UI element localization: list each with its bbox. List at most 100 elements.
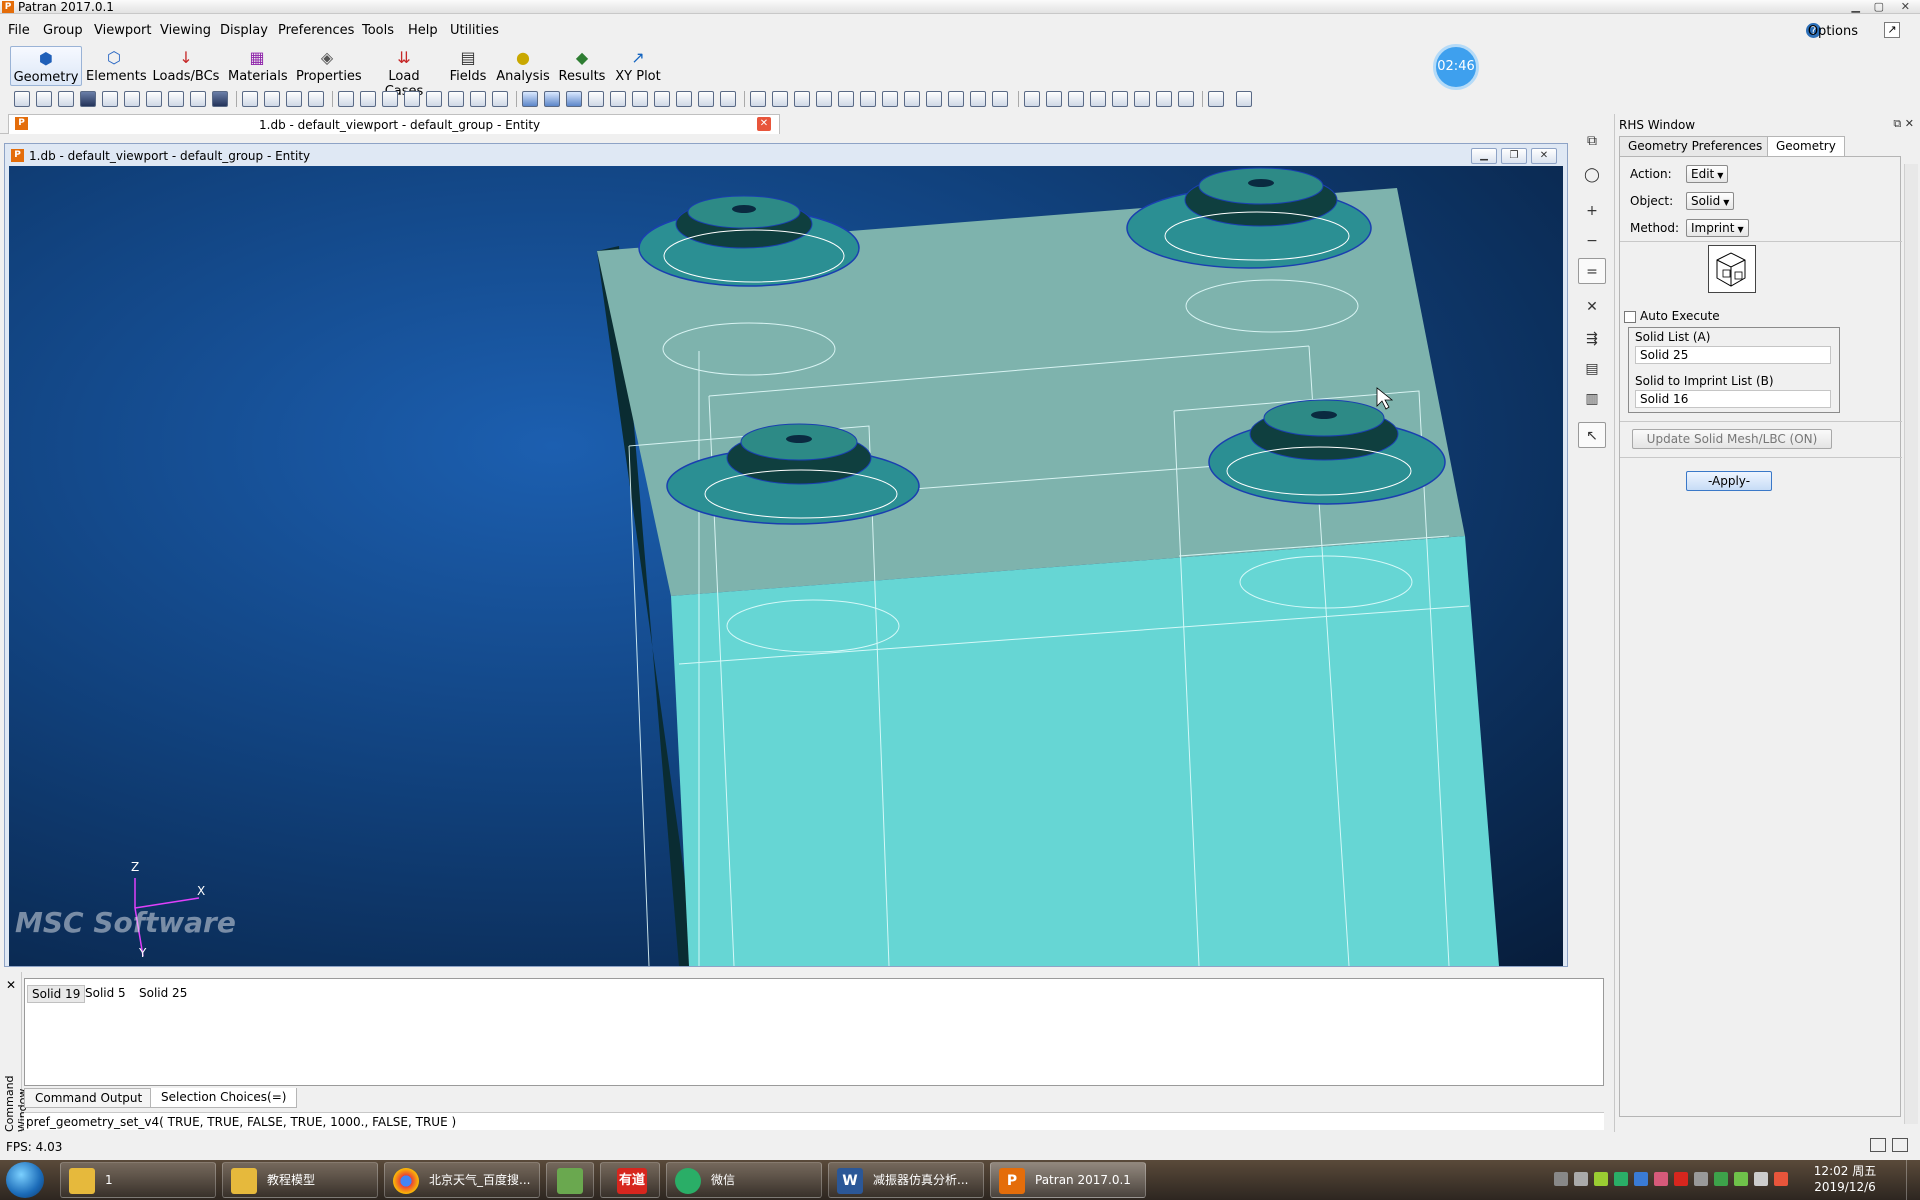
volume-icon[interactable] xyxy=(1774,1172,1788,1186)
start-button[interactable] xyxy=(6,1162,44,1198)
element-display-icon[interactable] xyxy=(1090,91,1106,107)
remove-select-icon[interactable]: − xyxy=(1578,228,1606,254)
solid-list-input[interactable]: Solid 25 xyxy=(1635,346,1831,364)
app-fields-button[interactable]: ▤ Fields xyxy=(448,46,488,86)
menu-help[interactable]: Help xyxy=(408,23,438,38)
pen-icon[interactable] xyxy=(1574,1172,1588,1186)
auto-execute-checkbox[interactable] xyxy=(1624,311,1636,323)
top-view-icon[interactable] xyxy=(632,91,648,107)
view-9-icon[interactable] xyxy=(926,91,942,107)
view-2-icon[interactable] xyxy=(772,91,788,107)
selection-choice-item[interactable]: Solid 19 xyxy=(27,985,86,1003)
new-file-icon[interactable] xyxy=(14,91,30,107)
app-load-cases-button[interactable]: ⇊ Load Cases xyxy=(368,46,440,100)
copy-icon[interactable] xyxy=(124,91,140,107)
apply-button[interactable]: -Apply- xyxy=(1686,471,1772,491)
app-analysis-button[interactable]: ● Analysis xyxy=(496,46,550,86)
menu-viewing[interactable]: Viewing xyxy=(160,23,211,38)
viewport-restore-icon[interactable]: ❐ xyxy=(1501,148,1527,164)
tray-app-icon[interactable] xyxy=(1654,1172,1668,1186)
menu-file[interactable]: File xyxy=(8,23,30,38)
app-loads-bcs-button[interactable]: ↓ Loads/BCs xyxy=(152,46,220,86)
erase-icon[interactable] xyxy=(698,91,714,107)
selection-choice-item[interactable]: Solid 25 xyxy=(135,985,191,1001)
rotate-x-icon[interactable] xyxy=(242,91,258,107)
zoom-box-icon[interactable] xyxy=(404,91,420,107)
tab-command-output[interactable]: Command Output xyxy=(24,1088,154,1108)
save-icon[interactable] xyxy=(80,91,96,107)
element-shrink-icon[interactable] xyxy=(1068,91,1084,107)
view-8-icon[interactable] xyxy=(904,91,920,107)
list-icon[interactable]: ▤ xyxy=(1578,356,1606,382)
taskbar-item-youdao[interactable]: 有道 xyxy=(600,1162,660,1198)
show-desktop-button[interactable] xyxy=(1906,1160,1920,1200)
cycle-icon[interactable]: ▥ xyxy=(1578,386,1606,412)
print-icon[interactable] xyxy=(102,91,118,107)
taskbar-item-word[interactable]: W 减振器仿真分析... xyxy=(828,1162,984,1198)
taskbar-item-wechat[interactable]: 微信 xyxy=(666,1162,822,1198)
label-icon[interactable] xyxy=(1024,91,1040,107)
app-geometry-button[interactable]: ⬢ Geometry xyxy=(10,46,82,86)
single-view-icon[interactable] xyxy=(1892,1138,1908,1152)
app-tray-icon[interactable] xyxy=(1594,1172,1608,1186)
viewport-close-icon[interactable]: ✕ xyxy=(1531,148,1557,164)
command-output-area[interactable]: Solid 19 Solid 5 Solid 25 xyxy=(24,978,1604,1086)
rotate-center-icon[interactable] xyxy=(426,91,442,107)
replace-select-icon[interactable]: = xyxy=(1578,258,1606,284)
entity-color-icon[interactable] xyxy=(1178,91,1194,107)
update-icon[interactable] xyxy=(1734,1172,1748,1186)
tree-view-icon[interactable] xyxy=(1236,91,1252,107)
add-select-icon[interactable]: + xyxy=(1578,198,1606,224)
rear-view-icon[interactable] xyxy=(610,91,626,107)
tab-close-icon[interactable]: ✕ xyxy=(757,117,771,131)
dock-icon[interactable]: ↗ xyxy=(1884,22,1900,38)
app-properties-button[interactable]: ◈ Properties xyxy=(296,46,362,86)
network-tray-icon[interactable] xyxy=(1634,1172,1648,1186)
close-icon[interactable]: ✕ xyxy=(1901,0,1910,14)
view-3-icon[interactable] xyxy=(794,91,810,107)
view-4-icon[interactable] xyxy=(816,91,832,107)
menu-preferences[interactable]: Preferences xyxy=(278,23,354,38)
rhs-scrollbar[interactable] xyxy=(1904,164,1918,1124)
youdao-tray-icon[interactable] xyxy=(1674,1172,1688,1186)
wifi-icon[interactable] xyxy=(1754,1172,1768,1186)
view-10-icon[interactable] xyxy=(948,91,964,107)
taskbar-item-app[interactable] xyxy=(546,1162,594,1198)
command-close-icon[interactable]: ✕ xyxy=(6,978,16,992)
front-view-icon[interactable] xyxy=(588,91,604,107)
menu-tools[interactable]: Tools xyxy=(362,23,394,38)
graphics-canvas[interactable]: Z X Y MSC Software xyxy=(9,166,1563,966)
open-file-icon[interactable] xyxy=(36,91,52,107)
zoom-in-icon[interactable] xyxy=(492,91,508,107)
method-dropdown[interactable]: Imprint ▼ xyxy=(1686,219,1749,237)
bottom-view-icon[interactable] xyxy=(654,91,670,107)
menu-viewport[interactable]: Viewport xyxy=(94,23,152,38)
update-solid-mesh-button[interactable]: Update Solid Mesh/LBC (ON) xyxy=(1632,429,1832,449)
view-1-icon[interactable] xyxy=(750,91,766,107)
select-filter-icon[interactable]: ◯ xyxy=(1578,162,1606,188)
rotate-z-icon[interactable] xyxy=(286,91,302,107)
tab-selection-choices[interactable]: Selection Choices(=) xyxy=(150,1088,298,1108)
taskbar-item-chrome[interactable]: 北京天气_百度搜... xyxy=(384,1162,540,1198)
maximize-icon[interactable]: ▢ xyxy=(1874,0,1884,14)
display-properties-icon[interactable] xyxy=(1112,91,1128,107)
undo-icon[interactable] xyxy=(146,91,162,107)
close-file-icon[interactable] xyxy=(58,91,74,107)
view-7-icon[interactable] xyxy=(882,91,898,107)
view-6-icon[interactable] xyxy=(860,91,876,107)
node-size-icon[interactable] xyxy=(1046,91,1062,107)
app-results-button[interactable]: ◆ Results xyxy=(558,46,606,86)
split-view-icon[interactable] xyxy=(1870,1138,1886,1152)
rotate-free-icon[interactable] xyxy=(308,91,324,107)
usb-icon[interactable] xyxy=(1694,1172,1708,1186)
wechat-tray-icon[interactable] xyxy=(1614,1172,1628,1186)
hidden-line-icon[interactable] xyxy=(544,91,560,107)
layout-toggle-icons[interactable] xyxy=(1870,1136,1910,1156)
view-12-icon[interactable] xyxy=(992,91,1008,107)
wireframe-icon[interactable] xyxy=(522,91,538,107)
iso-view-icon[interactable] xyxy=(676,91,692,107)
tab-geometry-preferences[interactable]: Geometry Preferences xyxy=(1619,136,1772,156)
taskbar-item-patran[interactable]: P Patran 2017.0.1 xyxy=(990,1162,1146,1198)
plot-all-icon[interactable] xyxy=(720,91,736,107)
pick-filter-icon[interactable]: ⇶ xyxy=(1578,326,1606,352)
